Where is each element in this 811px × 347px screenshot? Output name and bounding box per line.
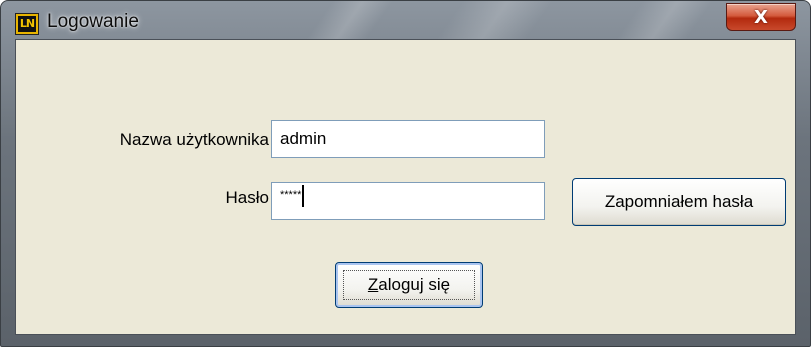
forgot-password-button[interactable]: Zapomniałem hasła <box>572 178 786 226</box>
username-label: Nazwa użytkownika <box>119 130 269 149</box>
app-logo-icon: LN <box>15 13 39 35</box>
username-input[interactable]: admin <box>271 120 545 158</box>
password-label: Hasło <box>225 188 269 207</box>
close-icon: X <box>754 6 768 28</box>
close-button[interactable]: X <box>726 3 796 31</box>
username-value: admin <box>280 129 327 148</box>
app-logo-text: LN <box>18 16 36 32</box>
forgot-password-label: Zapomniałem hasła <box>604 192 754 211</box>
focus-rectangle <box>343 270 475 300</box>
window-title: Logowanie <box>47 11 139 32</box>
title-bar[interactable]: LN Logowanie X <box>1 1 810 39</box>
login-button[interactable]: Zaloguj się <box>335 262 483 308</box>
login-window: LN Logowanie X Nazwa użytkownika admin H… <box>0 0 811 347</box>
dialog-body: Nazwa użytkownika admin Hasło ***** Zapo… <box>15 39 796 335</box>
password-input[interactable]: ***** <box>271 182 545 220</box>
password-mask: ***** <box>280 189 302 201</box>
text-caret <box>302 185 305 207</box>
